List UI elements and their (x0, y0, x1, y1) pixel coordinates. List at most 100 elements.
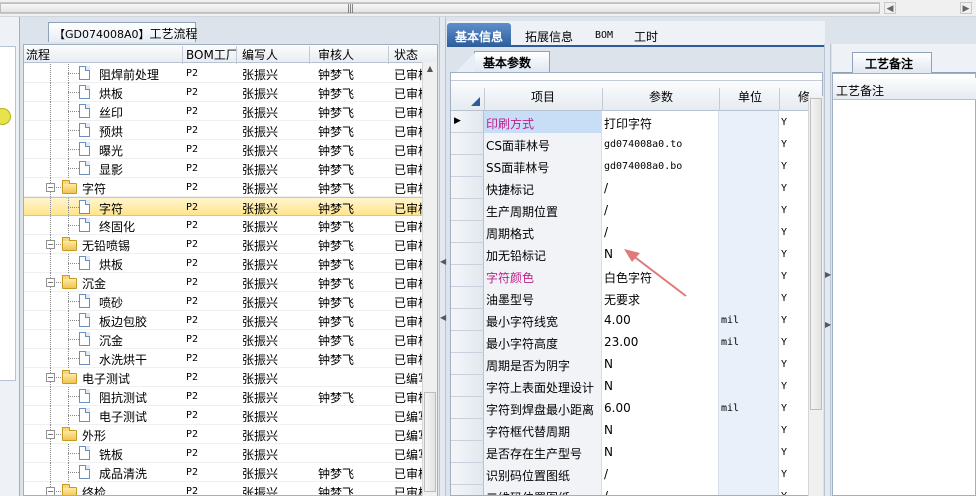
tree-row[interactable]: 终固化 P2 张振兴 钟梦飞 已审核 (24, 216, 430, 235)
tab-basic-params[interactable]: 基本参数 (457, 51, 550, 72)
param-value-cell[interactable]: 打印字符 (602, 111, 719, 133)
scroll-left-icon[interactable]: ◀ (884, 2, 896, 14)
param-row[interactable]: 识别码位置图纸 / Y (484, 463, 822, 485)
tree-row[interactable]: 沉金 P2 张振兴 钟梦飞 已审核 (24, 330, 430, 349)
param-value-cell[interactable]: / (602, 177, 719, 199)
param-row[interactable]: 快捷标记 / Y (484, 177, 822, 199)
col-status[interactable]: 状态 (394, 46, 418, 63)
row-header[interactable] (451, 419, 484, 441)
col-reviewer[interactable]: 审核人 (318, 46, 354, 63)
tab-work-hours[interactable]: 工时 (626, 23, 666, 47)
tab-process-flow[interactable]: 【GD074008A0】工艺流程 (48, 22, 198, 42)
param-row[interactable]: 最小字符线宽 4.00 mil Y (484, 309, 822, 331)
tree-row[interactable]: 烘板 P2 张振兴 钟梦飞 已审核 (24, 83, 430, 102)
row-header[interactable] (451, 199, 484, 221)
tab-basic-info[interactable]: 基本信息 (447, 23, 512, 47)
param-row[interactable]: 二维码位置图纸/Y (484, 485, 822, 495)
param-row[interactable]: CS面菲林号 gd074008a0.to Y (484, 133, 822, 155)
tree-row[interactable]: 阻焊前处理 P2 张振兴 钟梦飞 已审核 (24, 64, 430, 83)
tree-row[interactable]: 水洗烘干 P2 张振兴 钟梦飞 已审核 (24, 349, 430, 368)
collapse-left-icon[interactable]: ◀ (440, 257, 446, 266)
row-header[interactable] (451, 441, 484, 463)
scrollbar-thumb[interactable] (424, 392, 436, 492)
col-writer[interactable]: 编写人 (242, 46, 278, 63)
param-row[interactable]: 字符框代替周期 N Y (484, 419, 822, 441)
tree-row[interactable]: 阻抗测试 P2 张振兴 钟梦飞 已审核 (24, 387, 430, 406)
top-horizontal-scrollbar[interactable]: ||| ◀ ▶ (0, 0, 976, 17)
tree-row[interactable]: − 沉金 P2 张振兴 钟梦飞 已审核 (24, 273, 430, 292)
param-value-cell[interactable]: N (602, 375, 719, 397)
param-row[interactable]: 字符上表面处理设计 N Y (484, 375, 822, 397)
scrollbar-thumb[interactable] (0, 3, 880, 13)
tree-row[interactable]: 喷砂 P2 张振兴 钟梦飞 已审核 (24, 292, 430, 311)
param-value-cell[interactable]: N (602, 419, 719, 441)
param-value-cell[interactable]: / (602, 199, 719, 221)
collapse-toggle-icon[interactable]: − (46, 373, 55, 382)
row-header[interactable] (451, 265, 484, 287)
tree-vertical-scrollbar[interactable]: ▲ (422, 62, 437, 496)
param-value-cell[interactable]: / (602, 463, 719, 485)
row-header[interactable] (451, 309, 484, 331)
col-item[interactable]: 项目 (531, 88, 555, 105)
collapse-left-icon[interactable]: ◀ (440, 313, 446, 322)
row-header[interactable] (451, 287, 484, 309)
param-value-cell[interactable]: N (602, 441, 719, 463)
tab-bom[interactable]: BOM (587, 23, 621, 47)
collapse-toggle-icon[interactable]: − (46, 183, 55, 192)
tree-row[interactable]: 丝印 P2 张振兴 钟梦飞 已审核 (24, 102, 430, 121)
param-value-cell[interactable]: N (602, 353, 719, 375)
tree-row[interactable]: 烘板 P2 张振兴 钟梦飞 已审核 (24, 254, 430, 273)
col-bom-factory[interactable]: BOM工厂 (186, 46, 238, 63)
collapse-toggle-icon[interactable]: − (46, 240, 55, 249)
param-value-cell[interactable]: 4.00 (602, 309, 719, 331)
collapse-toggle-icon[interactable]: − (46, 430, 55, 439)
param-row[interactable]: 周期是否为阴字 N Y (484, 353, 822, 375)
tree-row[interactable]: 板边包胶 P2 张振兴 钟梦飞 已审核 (24, 311, 430, 330)
tree-row[interactable]: 铣板 P2 张振兴 已编写 (24, 444, 430, 463)
col-unit[interactable]: 单位 (738, 88, 762, 105)
param-value-cell[interactable]: gd074008a0.bo (602, 155, 719, 177)
param-value-cell[interactable]: gd074008a0.to (602, 133, 719, 155)
param-row[interactable]: SS面菲林号 gd074008a0.bo Y (484, 155, 822, 177)
splitter-right[interactable]: ▶ ▶ (824, 44, 831, 496)
tree-row[interactable]: 显影 P2 张振兴 钟梦飞 已审核 (24, 159, 430, 178)
tree-row[interactable]: 电子测试 P2 张振兴 已编写 (24, 406, 430, 425)
param-value-cell[interactable]: / (602, 485, 719, 495)
row-header[interactable] (451, 485, 484, 495)
collapse-toggle-icon[interactable]: − (46, 278, 55, 287)
row-header[interactable] (451, 243, 484, 265)
row-header[interactable] (451, 221, 484, 243)
tree-row[interactable]: 字符 P2 张振兴 钟梦飞 已审核 (24, 197, 430, 217)
param-row[interactable]: 最小字符高度 23.00 mil Y (484, 331, 822, 353)
param-row[interactable]: 印刷方式 打印字符 Y (484, 111, 822, 133)
tree-row[interactable]: − 字符 P2 张振兴 钟梦飞 已审核 (24, 178, 430, 197)
tab-process-notes[interactable]: 工艺备注 (852, 52, 932, 73)
param-row[interactable]: 字符到焊盘最小距离 6.00 mil Y (484, 397, 822, 419)
param-value-cell[interactable]: 6.00 (602, 397, 719, 419)
tree-row[interactable]: − 电子测试 P2 张振兴 已编写 (24, 368, 430, 387)
tree-row[interactable]: 成品清洗 P2 张振兴 钟梦飞 已审核 (24, 463, 430, 482)
tree-row[interactable]: − 终检 P2 张振兴 钟梦飞 已审核 (24, 482, 430, 495)
param-row[interactable]: 生产周期位置 / Y (484, 199, 822, 221)
param-value-cell[interactable]: 23.00 (602, 331, 719, 353)
row-header[interactable] (451, 375, 484, 397)
row-header[interactable] (451, 133, 484, 155)
row-header[interactable] (451, 353, 484, 375)
scrollbar-thumb[interactable] (810, 98, 822, 410)
collapse-toggle-icon[interactable]: − (46, 487, 55, 495)
params-vertical-scrollbar[interactable] (808, 96, 823, 496)
tree-row[interactable]: − 外形 P2 张振兴 已编写 (24, 425, 430, 444)
col-process[interactable]: 流程 (26, 46, 50, 63)
collapse-right-icon[interactable]: ▶ (825, 270, 831, 279)
row-header[interactable] (451, 177, 484, 199)
scroll-right-icon[interactable]: ▶ (960, 2, 972, 14)
tree-row[interactable]: 预烘 P2 张振兴 钟梦飞 已审核 (24, 121, 430, 140)
collapse-right-icon[interactable]: ▶ (825, 320, 831, 329)
param-row[interactable]: 是否存在生产型号 N Y (484, 441, 822, 463)
tab-extended-info[interactable]: 拓展信息 (517, 23, 581, 47)
row-header[interactable] (451, 397, 484, 419)
col-value[interactable]: 参数 (649, 88, 673, 105)
tree-row[interactable]: 曝光 P2 张振兴 钟梦飞 已审核 (24, 140, 430, 159)
splitter-left[interactable]: ◀ ◀ (439, 17, 446, 496)
row-header[interactable] (451, 331, 484, 353)
